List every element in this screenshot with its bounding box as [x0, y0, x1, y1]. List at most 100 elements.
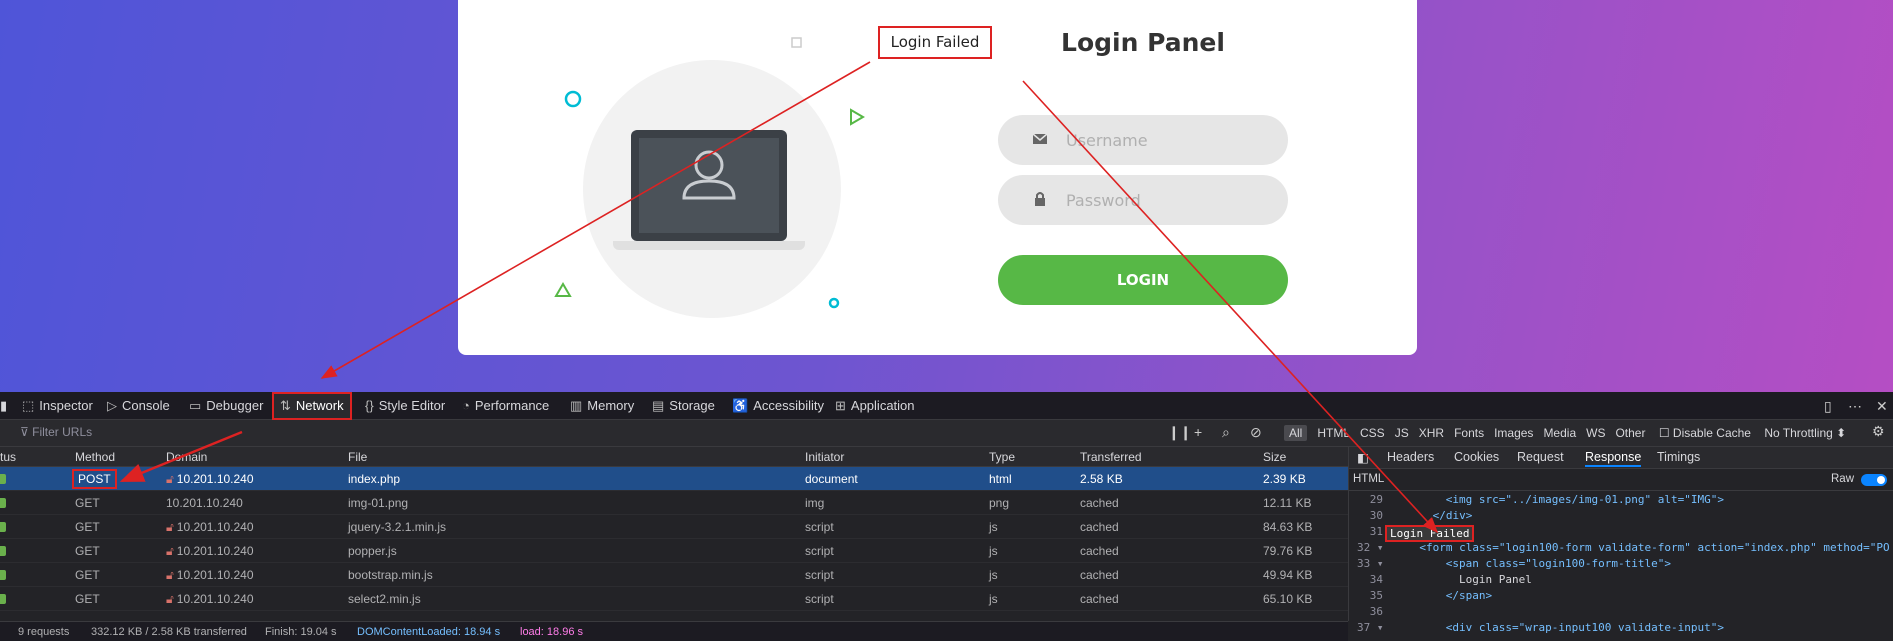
pause-icon[interactable]: ❙❙ — [1168, 424, 1191, 441]
tab-inspector[interactable]: ⬚ Inspector — [22, 392, 93, 420]
line-number: 36 — [1369, 605, 1383, 618]
size-cell: 65.10 KB — [1263, 592, 1313, 606]
table-row[interactable]: GET 🔓︎ 10.201.10.240 jquery-3.2.1.min.js scr… — [0, 515, 1348, 539]
tab-network[interactable]: ⇅ Network — [272, 392, 352, 420]
col-transferred[interactable]: Transferred — [1080, 450, 1142, 464]
table-row[interactable]: GET 🔓︎ 10.201.10.240 popper.js script js cache… — [0, 539, 1348, 563]
filter-js[interactable]: JS — [1395, 426, 1409, 440]
tab-timings[interactable]: Timings — [1657, 450, 1700, 464]
size-cell: 49.94 KB — [1263, 568, 1313, 582]
console-icon: ▷ — [107, 398, 117, 413]
throttling-select[interactable]: No Throttling ⬍ — [1764, 426, 1846, 440]
insecure-lock-icon: 🔓︎ — [166, 544, 174, 558]
network-icon: ⇅ — [280, 398, 291, 413]
filter-fonts[interactable]: Fonts — [1454, 426, 1484, 440]
tab-cookies[interactable]: Cookies — [1454, 450, 1499, 464]
initiator-cell: img — [805, 496, 825, 510]
storage-icon: ▤ — [652, 398, 665, 413]
filter-html[interactable]: HTML — [1317, 426, 1350, 440]
tab-accessibility[interactable]: ♿ Accessibility — [732, 392, 824, 420]
filter-images[interactable]: Images — [1494, 426, 1533, 440]
response-subbar: HTML Raw — [1349, 469, 1893, 491]
filter-media[interactable]: Media — [1543, 426, 1576, 440]
tab-request[interactable]: Request — [1517, 450, 1564, 464]
filter-ws[interactable]: WS — [1586, 426, 1605, 440]
size-cell: 12.11 KB — [1263, 496, 1312, 510]
insecure-lock-icon: 🔓︎ — [166, 592, 174, 606]
filter-urls-input[interactable]: ⊽ Filter URLs — [20, 425, 92, 439]
col-type[interactable]: Type — [989, 450, 1015, 464]
status-badge — [0, 522, 6, 532]
tab-debugger[interactable]: ▭ Debugger — [189, 392, 263, 420]
login-button[interactable]: LOGIN — [998, 255, 1288, 305]
type-cell: html — [989, 472, 1012, 486]
username-input[interactable] — [1066, 115, 1266, 165]
table-row[interactable]: GET 🔓︎ 10.201.10.240 select2.min.js script js… — [0, 587, 1348, 611]
status-badge — [0, 498, 6, 508]
tab-headers[interactable]: Headers — [1387, 450, 1434, 464]
status-badge — [0, 570, 6, 580]
devtools-panel: ▮ ⬚ Inspector ▷ Console ▭ Debugger ⇅ Network… — [0, 392, 1893, 641]
transferred-cell: cached — [1080, 544, 1119, 558]
size-cell: 2.39 KB — [1263, 472, 1306, 486]
code-text: <div class="wrap-input100 validate-input… — [1445, 621, 1724, 634]
file-cell: popper.js — [348, 544, 397, 558]
more-options-icon[interactable]: ⋯ — [1848, 398, 1862, 415]
raw-toggle-label: Raw — [1831, 473, 1855, 485]
tab-memory[interactable]: ▥ Memory — [570, 392, 634, 420]
col-status[interactable]: tus — [0, 450, 16, 464]
transferred-summary: 332.12 KB / 2.58 KB transferred — [91, 626, 247, 638]
table-row[interactable]: GET 🔓︎ 10.201.10.240 bootstrap.min.js script… — [0, 563, 1348, 587]
user-icon — [682, 150, 736, 200]
search-icon[interactable]: ⌕ — [1222, 424, 1230, 441]
col-size[interactable]: Size — [1263, 450, 1286, 464]
dom-loaded-time: DOMContentLoaded: 18.94 s — [357, 626, 501, 638]
col-domain[interactable]: Domain — [166, 450, 207, 464]
toggle-panel-icon[interactable]: ◧ — [1357, 450, 1369, 465]
tab-storage[interactable]: ▤ Storage — [652, 392, 715, 420]
size-cell: 84.63 KB — [1263, 520, 1313, 534]
raw-toggle[interactable] — [1861, 474, 1887, 486]
clear-icon[interactable]: ⊘ — [1250, 424, 1262, 441]
toolbar-edge-icon[interactable]: ▮ — [0, 392, 7, 420]
memory-icon: ▥ — [570, 398, 583, 413]
type-cell: js — [989, 568, 998, 582]
devtools-toolbar: ▮ ⬚ Inspector ▷ Console ▭ Debugger ⇅ Network… — [0, 392, 1893, 420]
filter-other[interactable]: Other — [1615, 426, 1645, 440]
status-badge — [0, 594, 6, 604]
settings-gear-icon[interactable]: ⚙ — [1872, 423, 1885, 440]
tab-performance[interactable]: ◔ Performance — [462, 392, 549, 420]
performance-icon: ◔ — [462, 398, 470, 413]
laptop-illustration — [631, 130, 787, 241]
add-icon[interactable]: + — [1194, 424, 1202, 440]
code-text: Login Panel — [1459, 573, 1532, 586]
username-field[interactable] — [998, 115, 1288, 165]
filter-css[interactable]: CSS — [1360, 426, 1385, 440]
insecure-lock-icon: 🔓︎ — [166, 520, 174, 534]
password-input[interactable] — [1066, 175, 1266, 225]
domain-cell: 🔓︎ 10.201.10.240 — [166, 520, 254, 535]
request-table: tus Method Domain File Initiator Type Tr… — [0, 447, 1348, 621]
filter-xhr[interactable]: XHR — [1419, 426, 1444, 440]
disable-cache-checkbox[interactable]: ☐ Disable Cache — [1659, 426, 1751, 440]
close-icon[interactable]: ✕ — [1876, 398, 1888, 415]
request-count: 9 requests — [18, 626, 70, 638]
table-row[interactable]: GET 10.201.10.240 img-01.png img png cached 12… — [0, 491, 1348, 515]
tab-console[interactable]: ▷ Console — [107, 392, 170, 420]
method-cell: GET — [75, 496, 100, 510]
method-cell: POST — [72, 469, 117, 489]
table-row[interactable]: POST 🔓︎ 10.201.10.240 index.php document html… — [0, 467, 1348, 491]
responsive-mode-icon[interactable]: ▯ — [1824, 398, 1832, 415]
file-cell: jquery-3.2.1.min.js — [348, 520, 447, 534]
col-file[interactable]: File — [348, 450, 367, 464]
col-method[interactable]: Method — [75, 450, 115, 464]
col-initiator[interactable]: Initiator — [805, 450, 844, 464]
tab-style-editor[interactable]: {} Style Editor — [365, 392, 445, 420]
laptop-base — [613, 241, 805, 250]
tab-response[interactable]: Response — [1585, 450, 1642, 467]
filter-all[interactable]: All — [1284, 425, 1308, 441]
initiator-cell: document — [805, 472, 858, 486]
tab-application[interactable]: ⊞ Application — [835, 392, 915, 420]
network-summary: 9 requests 332.12 KB / 2.58 KB transferr… — [0, 621, 1348, 641]
password-field[interactable] — [998, 175, 1288, 225]
